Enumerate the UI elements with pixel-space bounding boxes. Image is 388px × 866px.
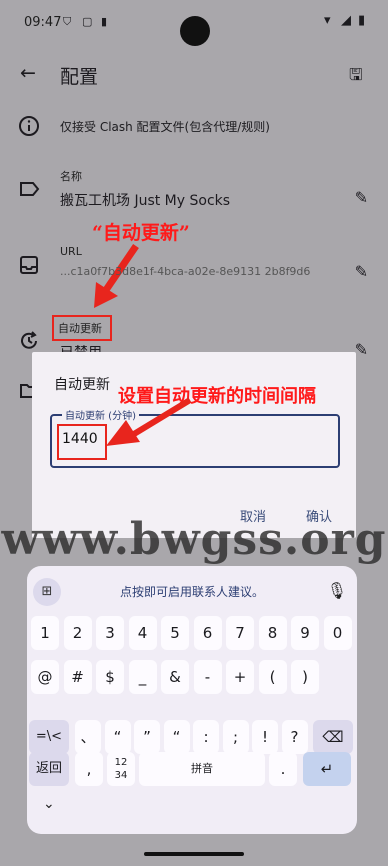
annotation-autoupdate: “自动更新”: [92, 222, 190, 244]
annotation-arrow-down: [94, 244, 139, 308]
key[interactable]: &: [161, 660, 189, 694]
backspace-key[interactable]: ⌫: [313, 720, 353, 754]
key[interactable]: 7: [226, 616, 254, 650]
key[interactable]: ”: [134, 720, 160, 754]
shield-icon: ⛉: [63, 15, 72, 28]
annotation-arrow-left: [106, 397, 192, 446]
key[interactable]: 8: [258, 616, 287, 650]
key[interactable]: $: [96, 660, 124, 694]
key[interactable]: ;: [222, 720, 249, 754]
back-arrow-icon[interactable]: ←: [20, 62, 36, 84]
save-icon[interactable]: 🖫: [349, 64, 363, 91]
signal-icon: ◢: [341, 13, 351, 28]
key[interactable]: 3: [96, 616, 124, 650]
key[interactable]: -: [193, 660, 222, 694]
inbox-icon: [20, 256, 38, 274]
key[interactable]: “: [104, 720, 131, 754]
microphone-icon[interactable]: 🎙: [327, 581, 347, 600]
key[interactable]: “: [163, 720, 190, 754]
key[interactable]: 0: [323, 616, 352, 650]
watermark: www.bwgss.org: [1, 514, 387, 565]
key[interactable]: _: [128, 660, 157, 694]
status-time: 09:47: [24, 15, 62, 30]
battery-icon: ▮: [358, 13, 366, 28]
key[interactable]: (: [258, 660, 287, 694]
comma-key[interactable]: ,: [75, 752, 103, 786]
back-key[interactable]: 返回: [29, 752, 69, 786]
autoupdate-label: 自动更新: [58, 322, 102, 335]
key[interactable]: !: [252, 720, 278, 754]
key[interactable]: +: [226, 660, 254, 694]
edit-name-icon[interactable]: ✎: [355, 188, 368, 207]
key[interactable]: ?: [281, 720, 308, 754]
refresh-icon: [21, 331, 37, 349]
page-title: 配置: [60, 66, 99, 88]
key[interactable]: 4: [128, 616, 157, 650]
shift-symbols-key[interactable]: =\<: [29, 720, 69, 754]
edit-url-icon[interactable]: ✎: [355, 262, 368, 281]
space-key[interactable]: 拼音: [139, 752, 265, 786]
camera-cutout: [180, 16, 210, 46]
url-label: URL: [60, 245, 82, 258]
suggestion-strip: ⊞ 点按即可启用联系人建议。 🎙: [27, 574, 357, 608]
key[interactable]: 2: [63, 616, 92, 650]
keyboard: ⊞ 点按即可启用联系人建议。 🎙 1234567890 @ # $ _ & - +() 、 “…: [27, 566, 357, 834]
info-text: 仅接受 Clash 配置文件(包含代理/规则): [60, 120, 270, 134]
suggestion-text[interactable]: 点按即可启用联系人建议。: [27, 583, 357, 600]
key[interactable]: 9: [291, 616, 319, 650]
wifi-icon: ▾: [324, 13, 331, 28]
dialog-title: 自动更新: [54, 377, 110, 393]
annotation-box-value: [57, 424, 107, 460]
key[interactable]: 6: [193, 616, 222, 650]
key[interactable]: @: [31, 660, 59, 694]
key[interactable]: 、: [75, 720, 101, 754]
key[interactable]: 5: [161, 616, 189, 650]
enter-key[interactable]: ↵: [303, 752, 351, 786]
sd-card-icon: ▮: [101, 15, 108, 28]
gesture-bar: [144, 852, 244, 856]
key[interactable]: 1: [31, 616, 59, 650]
label-icon: [20, 182, 40, 196]
key[interactable]: :: [193, 720, 219, 754]
name-label: 名称: [60, 170, 82, 183]
url-value[interactable]: ...c1a0f7b3d8e1f-4bca-a02e-8e9131 2b8f9d…: [60, 265, 330, 278]
key[interactable]: #: [63, 660, 92, 694]
chevron-down-icon[interactable]: ⌄: [43, 796, 55, 812]
numpad-key[interactable]: 12 34: [107, 752, 135, 786]
info-icon: [19, 116, 39, 136]
name-value[interactable]: 搬瓦工机场 Just My Socks: [60, 190, 230, 210]
period-key[interactable]: .: [269, 752, 297, 786]
key[interactable]: ): [291, 660, 319, 694]
screenshot-icon: ▢: [82, 15, 93, 28]
edit-autoupdate-icon[interactable]: ✎: [355, 340, 368, 359]
